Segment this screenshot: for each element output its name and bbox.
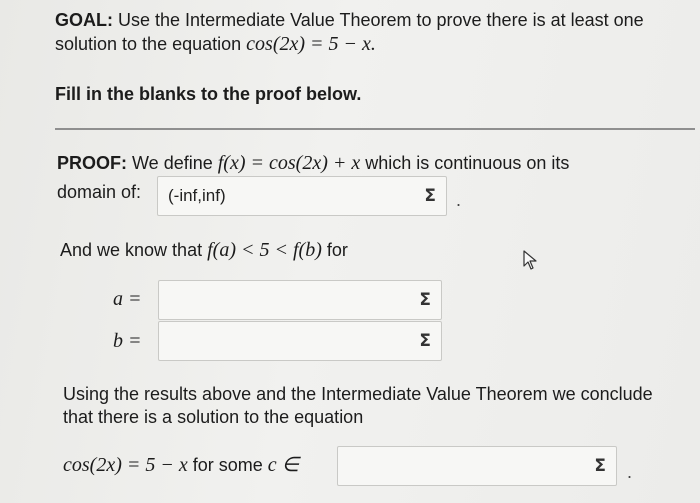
function-definition: f(x) = cos(2x) + x	[217, 152, 361, 174]
b-label: b =	[113, 330, 142, 352]
domain-label: domain of:	[57, 182, 142, 202]
proof-text: We define	[132, 153, 213, 173]
a-answer-field[interactable]: Σ	[158, 280, 442, 320]
sigma-icon[interactable]: Σ	[419, 290, 431, 310]
goal-line-1: GOAL: Use the Intermediate Value Theorem…	[55, 8, 644, 32]
sigma-icon[interactable]: Σ	[419, 331, 431, 351]
domain-answer-value: (-inf,inf)	[168, 186, 226, 205]
ivt-line: And we know that f(a) < 5 < f(b) for	[60, 238, 348, 262]
b-answer-field[interactable]: Σ	[158, 321, 442, 361]
conclusion-equation-line: cos(2x) = 5 − x for some c ∈	[63, 453, 299, 477]
c-interval-answer-field[interactable]: Σ	[337, 446, 617, 486]
conclusion-equation: cos(2x) = 5 − x	[63, 454, 188, 476]
conclusion-period: .	[627, 462, 633, 482]
instruction: Fill in the blanks to the proof below.	[55, 84, 362, 104]
sigma-icon[interactable]: Σ	[424, 186, 436, 206]
ivt-prefix: And we know that	[60, 240, 203, 260]
divider	[55, 128, 695, 130]
for-some-text: for some	[192, 455, 263, 475]
goal-line-2: solution to the equation cos(2x) = 5 − x…	[55, 32, 376, 56]
conclusion-line-2: that there is a solution to the equation	[63, 407, 364, 427]
goal-text-2: solution to the equation	[55, 34, 242, 54]
goal-text: Use the Intermediate Value Theorem to pr…	[118, 10, 644, 30]
ivt-suffix: for	[326, 240, 348, 260]
goal-equation: cos(2x) = 5 − x.	[246, 33, 376, 55]
a-label: a =	[113, 288, 142, 310]
conclusion-line-1: Using the results above and the Intermed…	[63, 384, 653, 404]
proof-line-1: PROOF: We define f(x) = cos(2x) + x whic…	[57, 151, 569, 175]
sigma-icon[interactable]: Σ	[594, 456, 606, 476]
proof-text-tail: which is continuous on its	[365, 153, 570, 173]
mouse-pointer-icon	[523, 250, 537, 270]
c-in-label: c ∈	[267, 454, 300, 476]
domain-answer-field[interactable]: (-inf,inf) Σ	[157, 176, 447, 216]
ivt-inequality: f(a) < 5 < f(b)	[207, 239, 322, 261]
domain-period: .	[456, 190, 462, 210]
goal-label: GOAL:	[55, 10, 113, 30]
proof-label: PROOF:	[57, 153, 127, 173]
